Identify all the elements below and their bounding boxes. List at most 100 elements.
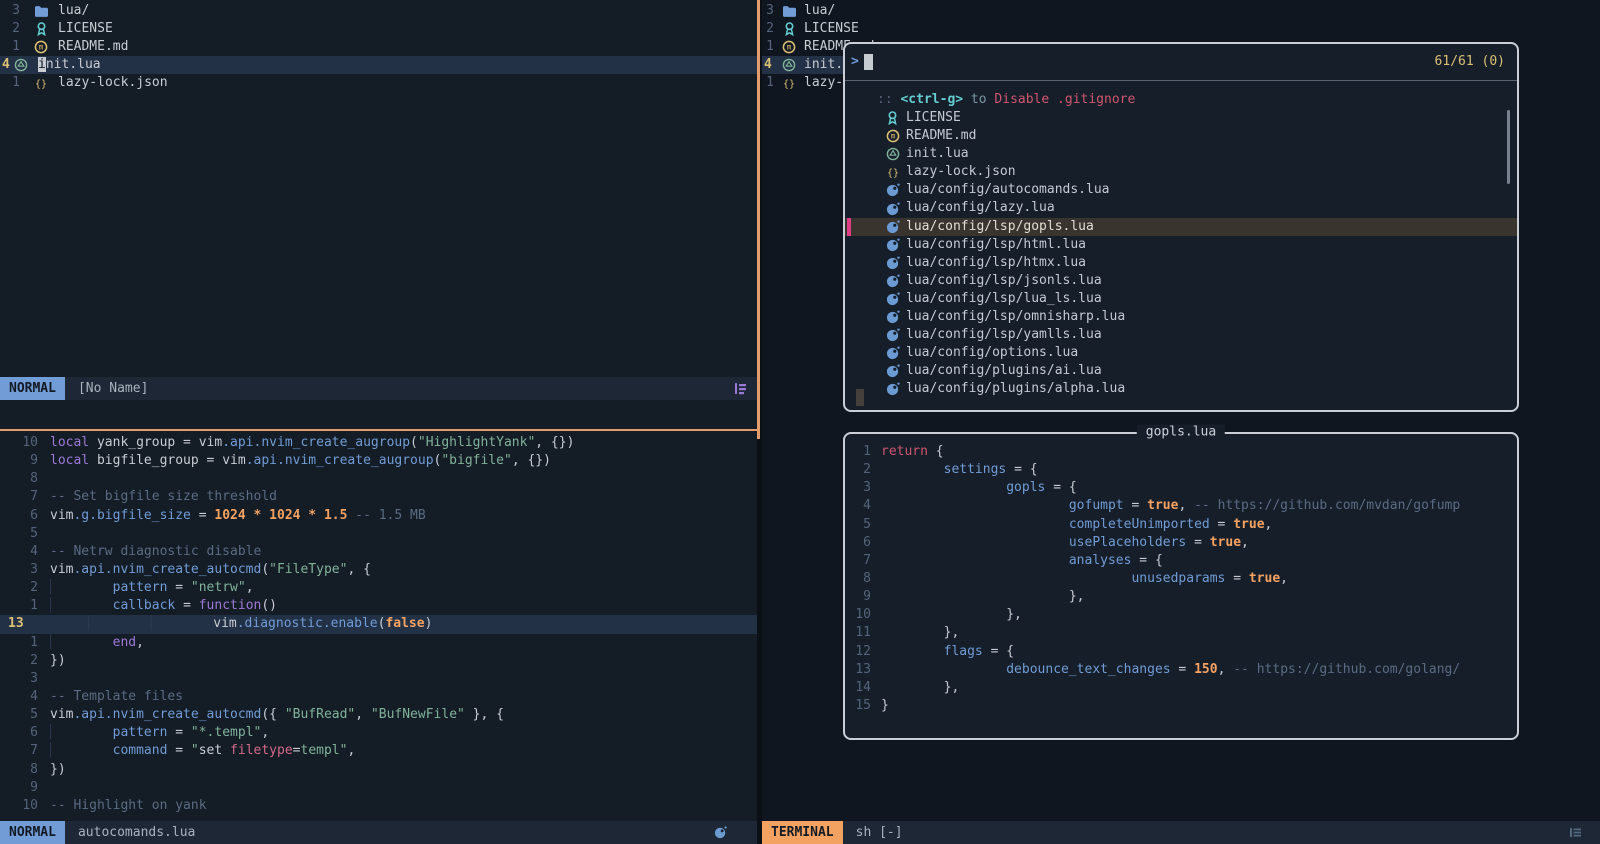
code-segment: function <box>199 598 262 613</box>
code-line[interactable]: 9local bigfile_group = vim.api.nvim_crea… <box>0 452 757 470</box>
code-segment: , <box>1241 535 1249 550</box>
line-number: 3 <box>0 670 38 688</box>
picker-item[interactable]: lua/config/lsp/gopls.lua <box>845 218 1517 236</box>
explorer-row[interactable]: 3lua/ <box>0 2 757 20</box>
picker-item[interactable]: lua/config/options.lua <box>845 344 1517 362</box>
line-number: 1 <box>0 74 20 92</box>
code-segment: ▏ <box>88 616 96 631</box>
file-name: README.md <box>58 38 128 56</box>
picker-item[interactable]: lua/config/plugins/ai.lua <box>845 362 1517 380</box>
code-segment: -- Highlight on yank <box>50 798 207 813</box>
picker-item[interactable]: lua/config/lsp/yamlls.lua <box>845 326 1517 344</box>
explorer-row[interactable]: 1{}lazy-lock.json <box>0 74 757 92</box>
lua-moon-icon <box>885 291 900 306</box>
picker-prompt-row[interactable]: > 61/61 (0) <box>851 52 1505 72</box>
code-segment: :: <box>877 92 900 107</box>
code-buffer[interactable]: 10local yank_group = vim.api.nvim_create… <box>0 434 757 815</box>
code-line[interactable]: 1313▏ ▏ vim.diagnostic.enable(false) <box>0 615 757 633</box>
code-segment: }, <box>944 680 960 695</box>
explorer-row[interactable]: 2LICENSE <box>762 20 1600 38</box>
line-number: 10 <box>0 797 38 815</box>
lua-moon-icon <box>885 382 900 397</box>
prompt-separator <box>845 80 1517 81</box>
code-segment: = { <box>1131 553 1162 568</box>
preview-line: 7 analyses = { <box>845 552 1517 570</box>
preview-window: gopls.lua 1return {2 settings = {3 gopls… <box>843 432 1519 740</box>
picker-item[interactable]: lua/config/autocomands.lua <box>845 181 1517 199</box>
file-name: lua/ <box>58 2 89 20</box>
code-segment: set <box>199 743 230 758</box>
picker-item[interactable]: lua/config/plugins/alpha.lua <box>845 380 1517 398</box>
prompt-icon: > <box>851 52 859 72</box>
code-segment: "*.templ" <box>191 725 261 740</box>
preview-line: 1return { <box>845 443 1517 461</box>
code-line[interactable]: 10local yank_group = vim.api.nvim_create… <box>0 434 757 452</box>
picker-item[interactable]: mREADME.md <box>845 127 1517 145</box>
code-segment: ▏ <box>50 635 58 650</box>
lua-circle-icon <box>781 57 797 73</box>
code-line[interactable]: 1▏ callback = function() <box>0 597 757 615</box>
code-line[interactable]: 2▏ pattern = "netrw", <box>0 579 757 597</box>
code-segment: true <box>1249 571 1280 586</box>
explorer-row[interactable]: 2LICENSE <box>0 20 757 38</box>
lua-moon-icon <box>885 273 900 288</box>
code-line[interactable]: 2}) <box>0 652 757 670</box>
svg-text:m: m <box>890 132 895 141</box>
code-line[interactable]: 6vim.g.bigfile_size = 1024 * 1024 * 1.5 … <box>0 507 757 525</box>
code-line[interactable]: 6▏ pattern = "*.templ", <box>0 724 757 742</box>
code-line[interactable]: 3 <box>0 670 757 688</box>
code-segment: , <box>1265 517 1273 532</box>
code-line[interactable]: 9 <box>0 779 757 797</box>
active-window-separator <box>757 0 760 439</box>
code-line[interactable]: 4-- Netrw diagnostic disable <box>0 543 757 561</box>
code-line[interactable]: 4-- Template files <box>0 688 757 706</box>
code-line-text: ▏ pattern = "*.templ", <box>50 725 269 740</box>
picker-item[interactable]: lua/config/lazy.lua <box>845 199 1517 217</box>
code-segment: <ctrl-g> <box>900 92 963 107</box>
picker-scrollbar[interactable] <box>1507 110 1510 184</box>
code-line[interactable]: 3vim.api.nvim_create_autocmd("FileType",… <box>0 561 757 579</box>
code-line[interactable]: 7-- Set bigfile size threshold <box>0 488 757 506</box>
picker-item-name: lua/config/lsp/yamlls.lua <box>906 326 1102 344</box>
code-segment: "netrw" <box>191 580 246 595</box>
code-line-text: ▏ end, <box>50 635 144 650</box>
picker-item[interactable]: init.lua <box>845 145 1517 163</box>
picker-item[interactable]: lua/config/lsp/lua_ls.lua <box>845 290 1517 308</box>
code-segment: false <box>385 616 424 631</box>
picker-item[interactable]: lua/config/lsp/htmx.lua <box>845 254 1517 272</box>
code-segment <box>881 625 944 640</box>
line-number: 8 <box>0 761 38 779</box>
code-line[interactable]: 7▏ command = "set filetype=templ", <box>0 742 757 760</box>
code-segment <box>881 589 1069 604</box>
picker-item[interactable]: lua/config/lsp/omnisharp.lua <box>845 308 1517 326</box>
code-segment: 150 <box>1194 662 1217 677</box>
code-segment: } <box>881 698 889 713</box>
code-line[interactable]: 1▏ end, <box>0 634 757 652</box>
code-line[interactable]: 5 <box>0 525 757 543</box>
code-line[interactable]: 8 <box>0 470 757 488</box>
code-segment: = <box>167 743 190 758</box>
code-line[interactable]: 10 -- Highlight on yank <box>0 797 757 815</box>
explorer-row[interactable]: 1mREADME.md <box>0 38 757 56</box>
code-segment: filetype <box>230 743 293 758</box>
code-line[interactable]: 5vim.api.nvim_create_autocmd({ "BufRead"… <box>0 706 757 724</box>
line-number: 7 <box>845 552 871 570</box>
picker-item[interactable]: lua/config/lsp/jsonls.lua <box>845 272 1517 290</box>
code-segment: -- Set bigfile size threshold <box>50 489 277 504</box>
picker-item[interactable]: lua/config/lsp/html.lua <box>845 236 1517 254</box>
license-icon <box>33 21 49 37</box>
picker-item[interactable]: {}lazy-lock.json <box>845 163 1517 181</box>
preview-line-text: }, <box>881 625 959 640</box>
preview-buffer: 1return {2 settings = {3 gopls = {4 gofu… <box>845 443 1517 715</box>
code-line[interactable]: 8}) <box>0 761 757 779</box>
line-number: 4 <box>2 56 10 74</box>
preview-line-text: } <box>881 698 889 713</box>
code-line-text: ▏ command = "set filetype=templ", <box>50 743 355 758</box>
picker-item[interactable]: LICENSE <box>845 109 1517 127</box>
explorer-row[interactable]: 3lua/ <box>762 2 1600 20</box>
line-number: 8 <box>845 570 871 588</box>
preview-line: 15} <box>845 697 1517 715</box>
explorer-row[interactable]: 4init.lua <box>0 56 757 74</box>
code-segment <box>881 535 1069 550</box>
code-segment: -- https://github.com/golang/ <box>1233 662 1460 677</box>
